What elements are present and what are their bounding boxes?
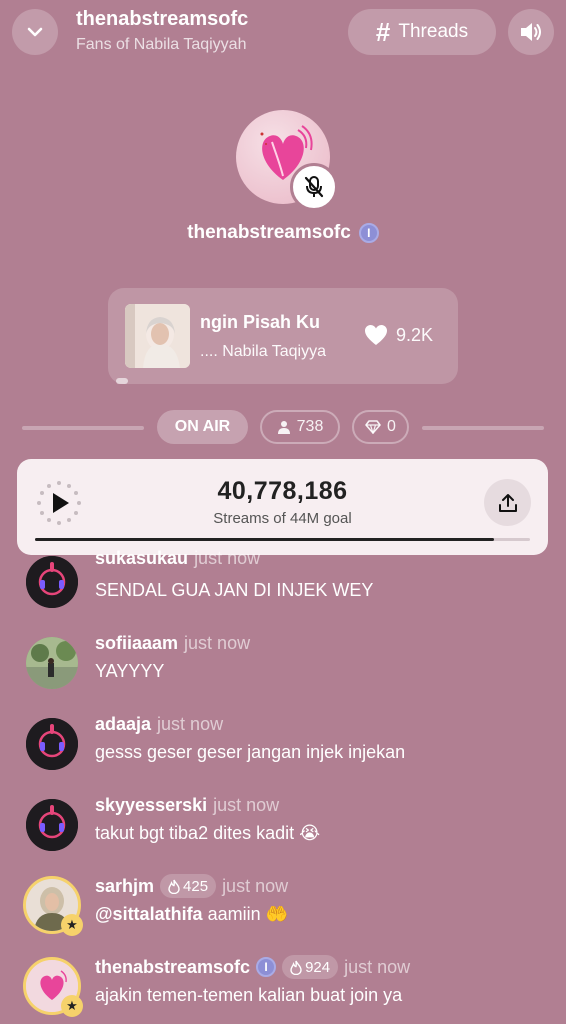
share-button[interactable] [484, 479, 531, 526]
top-bar: thenabstreamsofc Fans of Nabila Taqiyyah… [0, 0, 566, 64]
chat-message: sofiiaaam just now YAYYYY [0, 631, 566, 707]
chat-message: skyyesserski just now takut bgt tiba2 di… [0, 793, 566, 869]
chat-message: sukasukau just now SENDAL GUA JAN DI INJ… [0, 550, 566, 626]
message-username[interactable]: sofiiaaam [95, 633, 178, 654]
user-avatar[interactable] [26, 718, 78, 770]
fire-icon [168, 879, 180, 894]
chevron-down-icon [27, 27, 43, 37]
message-header: skyyesserski just now [95, 793, 279, 817]
mic-off-icon [304, 176, 324, 198]
fire-icon [290, 960, 302, 975]
message-username[interactable]: skyyesserski [95, 795, 207, 816]
message-text: YAYYYY [95, 661, 165, 681]
listener-count-pill[interactable]: 738 [260, 410, 340, 444]
chat-message: ★ thenabstreamsofc I 924 just now ajakin… [0, 955, 566, 1024]
user-avatar[interactable] [26, 799, 78, 851]
user-avatar[interactable] [26, 556, 78, 608]
message-body: aamiin 🤲 [207, 904, 289, 924]
collapse-button[interactable] [12, 9, 58, 55]
fire-count: 425 [183, 877, 209, 895]
divider-right [422, 426, 544, 430]
message-time: just now [194, 550, 261, 568]
stream-count: 40,778,186 [217, 477, 348, 505]
user-avatar[interactable] [26, 637, 78, 689]
song-artist: .... Nabila Taqiyya [200, 343, 326, 360]
message-username[interactable]: sukasukau [95, 550, 188, 569]
room-subtitle: Fans of Nabila Taqiyyah [76, 36, 247, 53]
person-icon [277, 421, 290, 434]
mic-muted-badge [290, 163, 338, 211]
heart-icon [365, 325, 387, 345]
song-like-button[interactable]: 9.2K [364, 324, 433, 346]
message-username[interactable]: adaaja [95, 714, 151, 735]
now-playing-card[interactable]: ngin Pisah Ku .... Nabila Taqiyya 9.2K [108, 288, 458, 384]
headphones-avatar-icon [26, 799, 78, 851]
song-like-count: 9.2K [396, 324, 434, 345]
host-name-row: thenabstreamsofc I [0, 222, 566, 244]
message-time: just now [222, 875, 289, 896]
message-time: just now [213, 794, 280, 815]
verified-badge-icon: I [358, 223, 379, 243]
message-time: just now [157, 713, 224, 734]
stream-progress-fill [35, 538, 494, 541]
threads-label: Threads [398, 21, 469, 42]
host-name[interactable]: thenabstreamsofc [187, 222, 351, 244]
share-icon [498, 493, 517, 512]
room-title: thenabstreamsofc [76, 8, 249, 30]
hash-icon: # [375, 17, 391, 47]
fire-level-badge: 425 [160, 874, 217, 898]
on-air-badge: ON AIR [157, 410, 248, 444]
stream-goal-card: 40,778,186 Streams of 44M goal [17, 459, 548, 555]
album-art [125, 304, 190, 368]
room-status-row: ON AIR 738 0 [0, 410, 566, 444]
stream-progress-track [35, 538, 530, 541]
verified-badge-icon: I [256, 957, 277, 977]
album-art-image [125, 304, 190, 368]
chat-message: adaaja just now gesss geser geser jangan… [0, 712, 566, 788]
message-text: gesss geser geser jangan injek injekan [95, 742, 406, 762]
divider-left [22, 426, 144, 430]
message-header: adaaja just now [95, 712, 223, 736]
diamond-icon [365, 420, 381, 434]
message-username[interactable]: thenabstreamsofc [95, 957, 250, 978]
room-title-block: thenabstreamsofc Fans of Nabila Taqiyyah [76, 8, 248, 54]
stream-goal-text: Streams of 44M goal [213, 510, 352, 527]
message-header: sarhjm 425 just now [95, 874, 288, 898]
message-text: ajakin temen-temen kalian buat join ya [95, 985, 403, 1005]
gem-count: 0 [387, 418, 396, 435]
message-header: sukasukau just now [95, 550, 260, 570]
message-text: SENDAL GUA JAN DI INJEK WEY [95, 580, 374, 600]
chat-message: ★ sarhjm 425 just now @sittalathifa aami… [0, 874, 566, 950]
message-header: thenabstreamsofc I 924 just now [95, 955, 410, 979]
message-header: sofiiaaam just now [95, 631, 250, 655]
song-title: ngin Pisah Ku [200, 312, 321, 332]
message-username[interactable]: sarhjm [95, 876, 154, 897]
carousel-indicator [116, 378, 128, 384]
headphones-avatar-icon [26, 556, 78, 608]
message-text: @sittalathifa aamiin 🤲 [95, 904, 288, 925]
star-badge-icon: ★ [61, 995, 83, 1017]
message-text: takut bgt tiba2 dites kadit 😭 [95, 823, 321, 843]
headphones-avatar-icon [26, 718, 78, 770]
threads-button[interactable]: # Threads [348, 9, 496, 55]
fire-count: 924 [305, 958, 331, 976]
speaker-icon [521, 23, 541, 41]
message-time: just now [344, 956, 411, 977]
listener-count: 738 [296, 418, 324, 435]
message-mention[interactable]: @sittalathifa [95, 904, 203, 924]
gem-count-pill[interactable]: 0 [352, 410, 409, 444]
user-photo-image [26, 637, 78, 689]
volume-button[interactable] [508, 9, 554, 55]
message-time: just now [184, 632, 251, 653]
star-badge-icon: ★ [61, 914, 83, 936]
chat-feed[interactable]: sukasukau just now SENDAL GUA JAN DI INJ… [0, 550, 566, 1024]
fire-level-badge: 924 [282, 955, 339, 979]
